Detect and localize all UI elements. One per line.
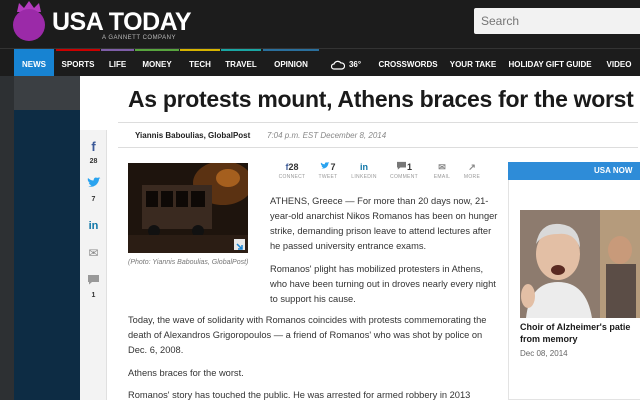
main-nav: NEWS SPORTS LIFE MONEY TECH TRAVEL OPINI… — [0, 48, 640, 76]
article-paragraph: Today, the wave of solidarity with Roman… — [128, 315, 487, 355]
comment-icon — [396, 161, 406, 170]
weather-temp: 36° — [348, 60, 362, 69]
email-icon: ✉ — [88, 246, 99, 260]
nav-your-take[interactable]: YOUR TAKE — [444, 49, 502, 76]
usa-now-banner[interactable]: USA NOW — [508, 162, 640, 180]
nav-money[interactable]: MONEY — [135, 49, 179, 76]
left-gutter — [0, 76, 14, 400]
expand-icon[interactable] — [234, 239, 245, 250]
more-label: MORE — [463, 174, 481, 180]
nav-sports[interactable]: SPORTS — [56, 49, 100, 76]
share-facebook[interactable]: f28 CONNECT — [274, 160, 310, 180]
rail-comment-count: 1 — [91, 292, 96, 299]
burnt-bus-image — [128, 163, 248, 253]
rail-facebook[interactable]: f 28 — [80, 138, 107, 165]
rail-facebook-count: 28 — [89, 158, 98, 165]
logo-subtitle: A GANNETT COMPANY — [102, 35, 176, 41]
linkedin-label: LINKEDIN — [351, 174, 377, 180]
share-comment[interactable]: 1 COMMENT — [386, 160, 422, 180]
choir-woman-image — [520, 210, 640, 318]
search-input[interactable] — [474, 8, 640, 34]
widget-headline-line2: from memory — [520, 334, 578, 344]
site-logo[interactable]: USA TODAY — [52, 9, 192, 35]
facebook-count: 28 — [288, 162, 299, 172]
facebook-label: CONNECT — [278, 174, 306, 180]
share-linkedin[interactable]: in LINKEDIN — [346, 160, 382, 180]
left-panel-top — [14, 76, 80, 110]
email-icon: ✉ — [438, 162, 446, 172]
article-headline: As protests mount, Athens braces for the… — [128, 86, 634, 112]
share-twitter[interactable]: 7 TWEET — [310, 160, 346, 180]
linkedin-icon: in — [360, 162, 368, 172]
search-box[interactable] — [474, 8, 640, 34]
weather-cloud-icon — [330, 60, 345, 70]
logo-circle-icon[interactable] — [13, 9, 45, 41]
widget-photo[interactable] — [520, 210, 640, 318]
article-paragraph: Romanos' story has touched the public. H… — [128, 390, 471, 400]
share-rail: f 28 7 in ✉ 1 — [80, 130, 107, 400]
facebook-icon: f — [91, 139, 96, 154]
rail-email[interactable]: ✉ — [80, 244, 107, 262]
masthead: USA TODAY A GANNETT COMPANY — [0, 0, 640, 48]
widget-headline-line1: Choir of Alzheimer's patie — [520, 322, 631, 332]
more-icon: ↗ — [468, 162, 476, 172]
byline-author[interactable]: Yiannis Baboulias, GlobalPost — [135, 131, 250, 140]
rail-twitter-count: 7 — [91, 196, 96, 203]
nav-travel[interactable]: TRAVEL — [221, 49, 261, 76]
linkedin-icon: in — [88, 220, 99, 232]
article-paragraph: Athens braces for the worst. — [128, 368, 244, 378]
article-photo[interactable] — [128, 163, 248, 253]
article-paragraph: Romanos' plight has mobilized protesters… — [270, 264, 496, 304]
nav-weather[interactable]: 36° — [320, 49, 372, 76]
rail-linkedin[interactable]: in — [80, 216, 107, 234]
widget-date: Dec 08, 2014 — [520, 349, 568, 358]
nav-life[interactable]: LIFE — [101, 49, 134, 76]
nav-tech[interactable]: TECH — [180, 49, 220, 76]
photo-caption: (Photo: Yiannis Baboulias, GlobalPost) — [128, 259, 249, 266]
nav-news[interactable]: NEWS — [14, 49, 54, 76]
nav-video[interactable]: VIDEO — [598, 49, 640, 76]
widget-headline[interactable]: Choir of Alzheimer's patie from memory — [520, 321, 640, 345]
comment-label: COMMENT — [390, 174, 418, 180]
nav-holiday-gift-guide[interactable]: HOLIDAY GIFT GUIDE — [504, 49, 596, 76]
twitter-icon — [321, 162, 330, 169]
byline-timestamp: 7:04 p.m. EST December 8, 2014 — [267, 131, 387, 140]
article-paragraph: ATHENS, Greece — For more than 20 days n… — [270, 196, 498, 251]
nav-opinion[interactable]: OPINION — [263, 49, 319, 76]
background-panel — [14, 110, 80, 400]
comment-count: 1 — [406, 162, 412, 172]
rail-comment[interactable]: 1 — [80, 272, 107, 299]
comment-icon — [88, 275, 99, 285]
twitter-icon — [87, 177, 100, 187]
share-more[interactable]: ↗ MORE — [454, 160, 490, 180]
byline: Yiannis Baboulias, GlobalPost 7:04 p.m. … — [118, 122, 638, 148]
twitter-label: TWEET — [318, 174, 338, 180]
rail-twitter[interactable]: 7 — [80, 176, 107, 203]
nav-crosswords[interactable]: CROSSWORDS — [374, 49, 442, 76]
twitter-count: 7 — [330, 162, 336, 172]
